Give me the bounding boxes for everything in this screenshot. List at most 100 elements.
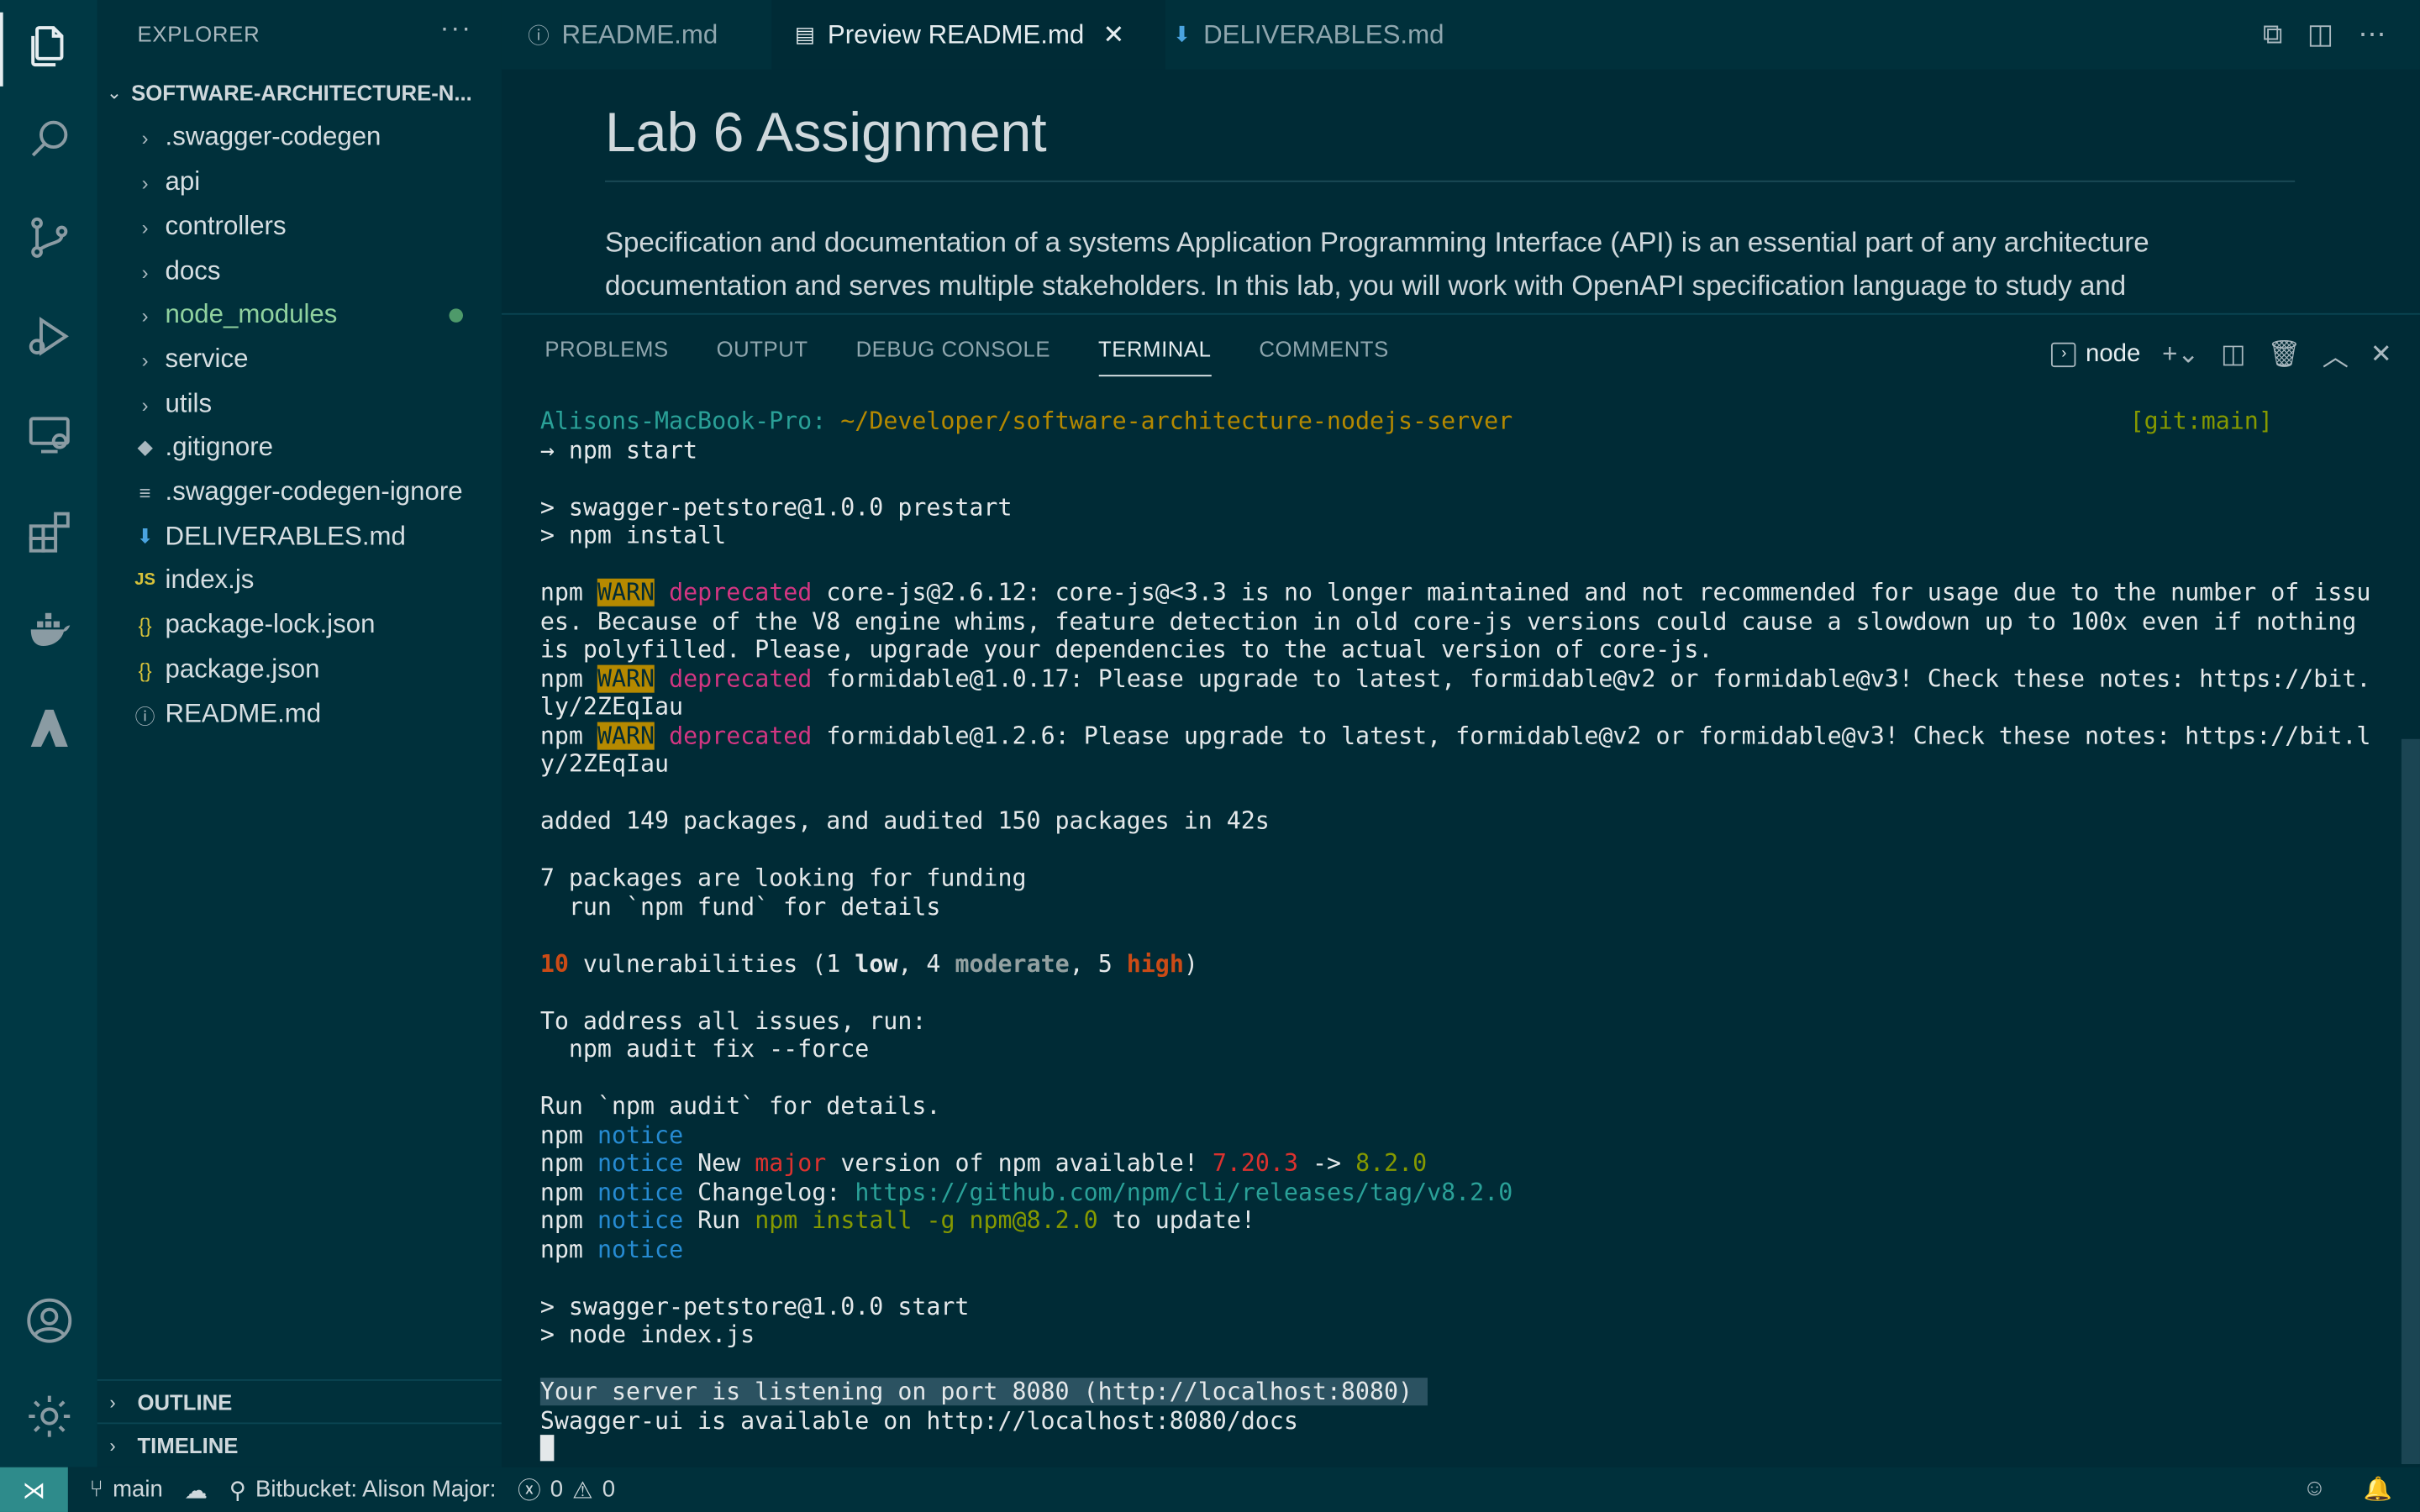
tree-item-package-json[interactable]: {} package.json [97, 648, 502, 690]
vuln-text: , 4 [897, 949, 955, 978]
preview-heading: Lab 6 Assignment [604, 100, 1047, 164]
error-count: 0 [550, 1476, 564, 1503]
split-editor-icon[interactable]: ◫ [2307, 18, 2333, 51]
tree-item-docs[interactable]: › docs [97, 250, 502, 293]
tab-debug-console[interactable]: DEBUG CONSOLE [856, 336, 1051, 376]
outline-label: OUTLINE [137, 1389, 233, 1415]
tree-item-gitignore[interactable]: ◆ .gitignore [97, 426, 502, 469]
terminal-line: > node index.js [539, 1320, 755, 1349]
trash-icon[interactable]: 🗑 [2267, 339, 2301, 370]
problems-indicator[interactable]: ⓧ 0 ⚠ 0 [518, 1473, 615, 1506]
git-branch-icon: ⑂ [89, 1476, 104, 1503]
npm-label: npm [539, 578, 583, 606]
tree-item-label: package.json [165, 654, 320, 684]
terminal-selector[interactable]: › node [2051, 340, 2140, 368]
outline-section[interactable]: › OUTLINE [97, 1379, 502, 1424]
tab-output[interactable]: OUTPUT [717, 336, 808, 376]
split-terminal-icon[interactable]: ◫ [2221, 339, 2246, 370]
bitbucket-indicator[interactable]: ⚲ Bitbucket: Alison Major: [229, 1476, 497, 1504]
maximize-panel-icon[interactable]: ︿ [2323, 335, 2349, 374]
tree-item-controllers[interactable]: › controllers [97, 205, 502, 248]
terminal-line: Swagger-ui is available on http://localh… [539, 1406, 1298, 1435]
tree-item-swagger-codegen-ignore[interactable]: ≡ .swagger-codegen-ignore [97, 470, 502, 513]
git-file-icon: ◆ [137, 434, 153, 459]
extensions-icon[interactable] [22, 505, 77, 560]
tree-item-readme[interactable]: ⓘ README.md [97, 693, 502, 736]
warn-badge: WARN [597, 664, 655, 692]
terminal-cursor [539, 1435, 555, 1462]
selected-text: Your server is listening on port 8080 (h… [539, 1378, 1428, 1406]
tree-item-deliverables[interactable]: ⬇ DELIVERABLES.md [97, 515, 502, 558]
terminal-line: run `npm fund` for details [539, 892, 941, 921]
npm-label: npm [539, 1149, 583, 1178]
tree-item-node-modules[interactable]: › node_modules [97, 293, 502, 336]
source-control-icon[interactable] [22, 210, 77, 265]
bitbucket-icon: ⚲ [229, 1477, 247, 1504]
terminal-line: npm notice [540, 1121, 2377, 1149]
npm-label: npm [539, 1178, 583, 1206]
docker-icon[interactable] [22, 601, 77, 657]
tree-item-label: index.js [165, 564, 255, 595]
tree-item-api[interactable]: › api [97, 160, 502, 203]
tab-comments[interactable]: COMMENTS [1259, 336, 1388, 376]
settings-gear-icon[interactable] [22, 1389, 77, 1444]
warning-count: 0 [602, 1476, 616, 1503]
tree-item-label: .gitignore [165, 432, 273, 462]
editor-actions: ⧉ ◫ ⋯ [2263, 18, 2386, 51]
more-actions-icon[interactable]: ⋯ [2358, 18, 2386, 51]
error-icon: ⓧ [518, 1478, 541, 1504]
notice-text: Run [683, 1206, 755, 1235]
tree-item-utils[interactable]: › utils [97, 383, 502, 426]
preview-paragraph: Specification and documentation of a sys… [604, 226, 2149, 302]
heading-rule [604, 180, 2296, 182]
feedback-icon[interactable]: ☺ [2302, 1475, 2326, 1503]
tab-readme[interactable]: ⓘ README.md [502, 0, 798, 70]
js-file-icon: JS [134, 570, 156, 590]
root-folder[interactable]: ⌄ SOFTWARE-ARCHITECTURE-N... [97, 74, 502, 111]
notifications-bell-icon[interactable]: 🔔 [2364, 1475, 2392, 1503]
run-debug-icon[interactable] [22, 308, 77, 364]
terminal-scrollbar[interactable] [2401, 738, 2420, 1465]
tree-item-package-lock[interactable]: {} package-lock.json [97, 603, 502, 646]
npm-label: npm [539, 1121, 583, 1149]
timeline-label: TIMELINE [137, 1433, 239, 1458]
sync-indicator[interactable]: ☁ [185, 1476, 208, 1504]
close-panel-icon[interactable]: ✕ [2370, 339, 2392, 370]
timeline-section[interactable]: › TIMELINE [97, 1422, 502, 1467]
changelog-link[interactable]: https://github.com/npm/cli/releases/tag/… [855, 1178, 1512, 1205]
lines-file-icon: ≡ [139, 480, 151, 504]
chevron-right-icon: › [141, 170, 149, 194]
tab-problems[interactable]: PROBLEMS [544, 336, 668, 376]
tree-item-label: node_modules [165, 299, 338, 329]
cloud-sync-icon: ☁ [184, 1477, 208, 1504]
account-icon[interactable] [22, 1293, 77, 1348]
tab-deliverables[interactable]: ⬇ DELIVERABLES.md [1147, 0, 1528, 70]
close-icon[interactable]: ✕ [1102, 19, 1124, 50]
terminal-line: npm WARN deprecated formidable@1.2.6: Pl… [540, 721, 2377, 750]
activity-active-indicator [0, 12, 3, 87]
azure-icon[interactable] [22, 701, 77, 756]
branch-indicator[interactable]: ⑂ main [90, 1477, 163, 1503]
remote-explorer-icon[interactable] [22, 407, 77, 463]
more-actions-icon[interactable]: ··· [439, 13, 472, 45]
search-icon[interactable] [22, 111, 77, 166]
files-icon[interactable] [22, 18, 77, 74]
add-terminal-icon[interactable]: +⌄ [2162, 339, 2199, 370]
remote-indicator-icon[interactable]: ⋊ [0, 1467, 68, 1512]
tree-item-swagger-codegen[interactable]: › .swagger-codegen [97, 116, 502, 159]
npm-label: npm [539, 664, 583, 692]
tree-item-service[interactable]: › service [97, 338, 502, 381]
vuln-high: high [1126, 949, 1184, 978]
tab-preview-readme[interactable]: ▤ Preview README.md ✕ [771, 0, 1165, 70]
terminal-line: > swagger-petstore@1.0.0 start [539, 1292, 970, 1320]
tree-item-index-js[interactable]: JS index.js [97, 559, 502, 601]
open-source-icon[interactable]: ⧉ [2263, 18, 2283, 51]
terminal-output[interactable]: Alisons-MacBook-Pro: ~/Developer/softwar… [539, 407, 2377, 1463]
chevron-right-icon: › [141, 260, 149, 284]
terminal-icon: › [2051, 341, 2076, 367]
tree-item-label: service [165, 344, 249, 374]
warning-icon: ⚠ [572, 1477, 593, 1504]
git-branch-label: [git:main] [2129, 407, 2273, 435]
tab-terminal[interactable]: TERMINAL [1098, 336, 1212, 377]
